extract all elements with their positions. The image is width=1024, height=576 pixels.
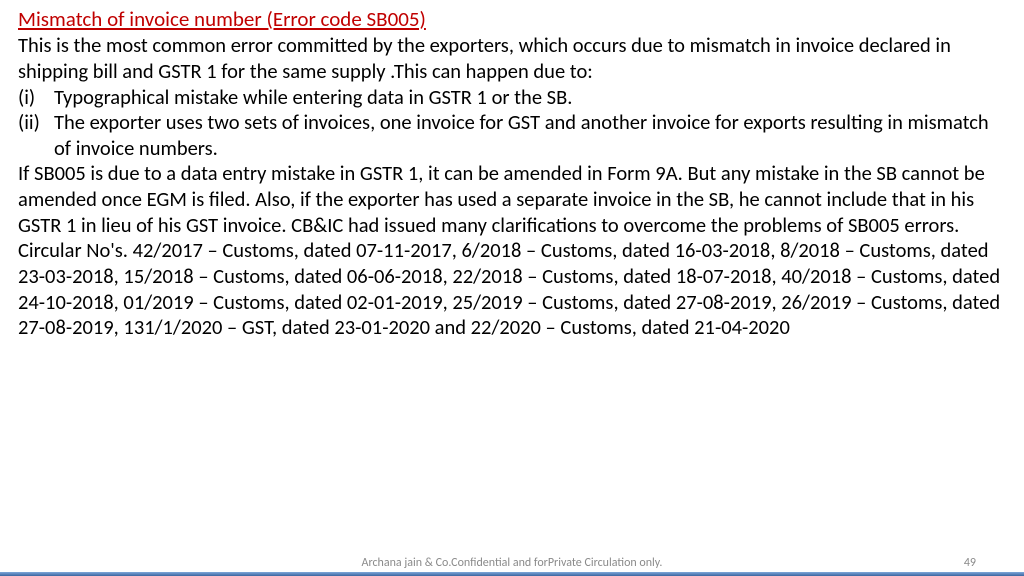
list-text: Typographical mistake while entering dat… <box>54 85 1006 111</box>
list-marker: (i) <box>18 85 54 111</box>
footer-accent-bar <box>0 572 1024 576</box>
list-text: The exporter uses two sets of invoices, … <box>54 110 1006 161</box>
intro-paragraph: This is the most common error committed … <box>18 33 1006 84</box>
slide-footer: Archana jain & Co.Confidential and forPr… <box>0 554 1024 576</box>
slide-title: Mismatch of invoice number (Error code S… <box>18 6 1006 32</box>
footer-text: Archana jain & Co.Confidential and forPr… <box>0 556 1024 570</box>
reason-list: (i) Typographical mistake while entering… <box>18 85 1006 162</box>
page-number: 49 <box>964 556 976 570</box>
list-item: (i) Typographical mistake while entering… <box>18 85 1006 111</box>
detail-paragraph: If SB005 is due to a data entry mistake … <box>18 161 1006 340</box>
slide: Mismatch of invoice number (Error code S… <box>0 0 1024 576</box>
list-marker: (ii) <box>18 110 54 161</box>
list-item: (ii) The exporter uses two sets of invoi… <box>18 110 1006 161</box>
